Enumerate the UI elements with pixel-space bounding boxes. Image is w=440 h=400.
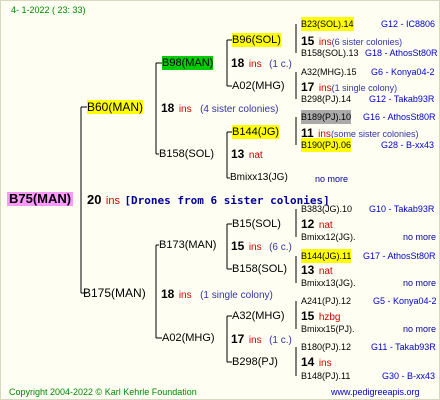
copyright: Copyright 2004-2022 © Karl Kehrle Founda…	[9, 387, 197, 397]
timestamp: 4- 1-2022 ( 23: 33)	[11, 5, 86, 15]
gen2-queen-b158[interactable]: B158(SOL)	[159, 147, 214, 161]
gen4-queen-a32[interactable]: A32(MHG).15	[301, 65, 357, 79]
gen2-unit: nat	[248, 150, 263, 161]
gen4-info: no more	[403, 324, 437, 334]
gen4-info: G12 - Takab93R	[369, 94, 435, 104]
gen3-info-bmixx13: no more	[315, 174, 349, 184]
gen4-info: G11 - Takab93R	[371, 342, 436, 352]
gen4-info: G17 - AthosSt80R	[363, 251, 436, 261]
root-queen-name[interactable]: B75(MAN)	[7, 192, 74, 206]
gen2-queen-b98[interactable]: B98(MAN)	[162, 56, 214, 70]
gen2-info-b158: 13 nat	[231, 147, 263, 163]
gen1-info-b175: 18 ins (1 single colony)	[161, 287, 273, 303]
gen3-count: 12	[301, 217, 315, 231]
gen3-queen-b158[interactable]: B158(SOL)	[232, 262, 287, 276]
gen3-count: 14	[301, 355, 315, 369]
gen4-queen-a241[interactable]: A241(PJ).12	[301, 294, 351, 308]
gen4-queen-bmixx15[interactable]: Bmixx15(PJ).	[301, 322, 355, 336]
root-note: [Drones from 6 sister colonies]	[124, 194, 330, 207]
gen1-info-b60: 18 ins (4 sister colonies)	[161, 101, 278, 117]
gen4-queen-b144[interactable]: B144(JG).11	[301, 249, 352, 263]
website-link[interactable]: www.pedigreeapis.org	[331, 385, 420, 399]
gen4-queen-b383[interactable]: B383(JG).10	[301, 202, 352, 216]
gen2-unit: ins	[248, 242, 262, 253]
gen2-unit: ins	[248, 335, 262, 346]
gen4-info: G5 - Konya04-2	[373, 296, 437, 306]
gen3-queen-a32[interactable]: A32(MHG)	[232, 309, 285, 323]
gen2-note: (1 c.)	[269, 59, 292, 70]
gen4-info: G28 - B-xx43	[381, 140, 435, 150]
gen1-queen-b175[interactable]: B175(MAN)	[83, 286, 146, 300]
gen3-queen-b15[interactable]: B15(SOL)	[232, 217, 281, 231]
gen4-info: G10 - Takab93R	[369, 204, 435, 214]
gen4-info: G12 - IC8806	[381, 19, 436, 29]
root-count: 20	[87, 192, 102, 207]
gen4-queen-b190[interactable]: B190(PJ).06	[301, 138, 352, 152]
gen2-info-a02: 17 ins (1 c.)	[231, 332, 292, 348]
gen1-count: 18	[161, 287, 175, 301]
gen2-note: (6 c.)	[269, 242, 292, 253]
gen2-note: (1 c.)	[269, 335, 292, 346]
gen4-queen-bmixx13[interactable]: Bmixx13(JG).	[301, 276, 356, 290]
gen4-queen-b158[interactable]: B158(SOL).13	[301, 46, 359, 60]
gen3-queen-b144[interactable]: B144(JG)	[232, 125, 280, 139]
gen4-info: no more	[403, 232, 437, 242]
gen4-queen-b180[interactable]: B180(PJ).12	[301, 340, 351, 354]
gen2-count: 17	[231, 332, 245, 346]
gen3-queen-bmixx13[interactable]: Bmixx13(JG)	[230, 171, 288, 185]
gen3-queen-b298[interactable]: B298(PJ)	[232, 355, 278, 369]
gen2-queen-b173[interactable]: B173(MAN)	[159, 238, 216, 252]
root-info: 20 ins [Drones from 6 sister colonies]	[87, 193, 330, 208]
gen1-note: (4 sister colonies)	[200, 104, 279, 115]
gen3-unit: ins	[318, 358, 332, 369]
gen4-queen-b23[interactable]: B23(SOL).14	[301, 17, 354, 31]
root-unit: ins	[105, 195, 120, 207]
gen4-queen-b298[interactable]: B298(PJ).14	[301, 92, 351, 106]
gen1-unit: ins	[178, 104, 192, 115]
gen2-count: 15	[231, 239, 245, 253]
gen1-unit: ins	[178, 290, 192, 301]
gen2-count: 13	[231, 147, 245, 161]
gen2-queen-a02[interactable]: A02(MHG)	[162, 331, 215, 345]
gen3-queen-b96[interactable]: B96(SOL)	[232, 33, 281, 47]
gen1-queen-b60[interactable]: B60(MAN)	[87, 100, 144, 114]
gen3-count: 13	[301, 263, 315, 277]
gen2-info-b173: 15 ins (6 c.)	[231, 239, 292, 255]
gen4-info: G16 - AthosSt80R	[363, 112, 436, 122]
gen4-queen-b148[interactable]: B148(PJ).11	[301, 369, 350, 383]
gen2-count: 18	[231, 56, 245, 70]
gen1-note: (1 single colony)	[200, 290, 273, 301]
gen3-count: 15	[301, 309, 315, 323]
gen2-unit: ins	[248, 59, 262, 70]
gen3-queen-a02[interactable]: A02(MHG)	[232, 79, 285, 93]
gen2-info-b98: 18 ins (1 c.)	[231, 56, 292, 72]
gen4-info: no more	[403, 278, 437, 288]
pedigree-chart: 4- 1-2022 ( 23: 33) B75(MAN) 20 ins [Dro…	[0, 0, 440, 400]
gen4-queen-b189[interactable]: B189(PJ).10	[301, 110, 352, 124]
gen1-count: 18	[161, 101, 175, 115]
gen4-queen-bmixx12[interactable]: Bmixx12(JG).	[301, 230, 356, 244]
gen4-info: G6 - Konya04-2	[371, 67, 435, 77]
gen4-info: G30 - B-xx43	[382, 371, 436, 381]
gen4-info: G18 - AthosSt80R	[365, 48, 438, 58]
